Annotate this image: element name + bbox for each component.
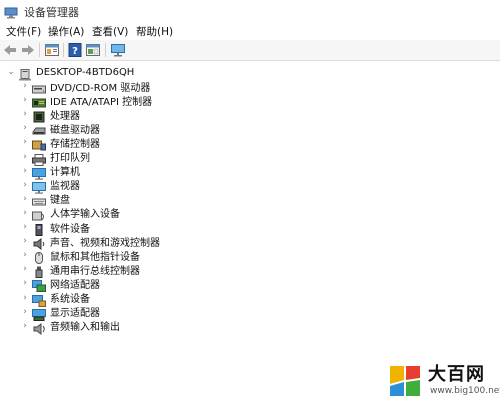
network-adapter-icon [32, 277, 46, 293]
chevron-right-icon[interactable]: › [20, 192, 30, 206]
tree-node[interactable]: › 键盘 [20, 192, 70, 207]
watermark-logo-icon [386, 362, 424, 400]
tree-node[interactable]: › 软件设备 [20, 220, 90, 236]
chevron-right-icon[interactable]: › [20, 291, 30, 305]
properties-icon[interactable] [44, 42, 60, 58]
chevron-right-icon[interactable]: › [20, 234, 30, 248]
watermark-url: www.big100.net [430, 386, 500, 396]
tree-node[interactable]: › 打印队列 [20, 150, 90, 166]
tree-node[interactable]: › DVD/CD-ROM 驱动器 [20, 79, 151, 94]
tree-node-label: 打印队列 [50, 153, 90, 164]
chevron-right-icon[interactable]: › [20, 276, 30, 290]
menu-view[interactable]: 查看(V) [92, 24, 128, 39]
tree-node-label: 音频输入和输出 [50, 322, 120, 334]
tree-node[interactable]: › 存储控制器 [20, 135, 100, 151]
printer-icon [32, 151, 46, 166]
tree-node[interactable]: › 人体学输入设备 [20, 206, 120, 221]
tree-node[interactable]: › 通用串行总线控制器 [20, 262, 140, 279]
system-device-icon [32, 292, 46, 307]
back-arrow-icon[interactable] [2, 42, 18, 58]
toolbar-separator [63, 43, 64, 57]
disk-drive-icon [32, 122, 46, 135]
menu-bar: 文件(F) 操作(A) 查看(V) 帮助(H) [0, 22, 500, 40]
storage-controller-icon [32, 136, 46, 151]
watermark-name: 大百网 [428, 364, 485, 385]
tree-node-label: 磁盘驱动器 [50, 124, 100, 136]
window-title: 设备管理器 [24, 6, 79, 19]
chevron-right-icon[interactable]: › [20, 248, 30, 262]
chevron-right-icon[interactable]: › [20, 107, 30, 121]
menu-file[interactable]: 文件(F) [6, 24, 41, 39]
help-icon[interactable]: ? [67, 42, 83, 58]
chevron-right-icon[interactable]: › [20, 305, 30, 319]
tree-node[interactable]: › 系统设备 [20, 291, 90, 307]
chevron-right-icon[interactable]: › [20, 150, 30, 164]
toolbar: ? [0, 40, 500, 61]
tree-node-label: 计算机 [50, 167, 80, 179]
tree-node-label: DVD/CD-ROM 驱动器 [50, 82, 151, 94]
tree-node-label: 通用串行总线控制器 [50, 265, 140, 277]
tree-node-label: IDE ATA/ATAPI 控制器 [50, 96, 153, 108]
dvd-drive-icon [32, 80, 46, 94]
audio-io-icon [32, 320, 46, 335]
mouse-icon [32, 249, 46, 265]
speaker-icon [32, 235, 46, 251]
tree-root[interactable]: ⌄ DESKTOP-4BTD6QH [6, 65, 135, 81]
tree-node-label: 键盘 [50, 195, 70, 207]
computer-root-icon [18, 66, 32, 81]
show-hide-icon[interactable] [85, 42, 101, 58]
display-adapter-icon [32, 306, 46, 321]
chevron-right-icon[interactable]: › [20, 135, 30, 149]
tree-node-label: 系统设备 [50, 294, 90, 305]
monitor-icon [32, 179, 46, 194]
chevron-right-icon[interactable]: › [20, 262, 30, 276]
tree-node-label: 人体学输入设备 [50, 209, 120, 221]
tree-node-label: 鼠标和其他指针设备 [50, 251, 140, 263]
tree-node-label: 软件设备 [50, 223, 90, 235]
chevron-right-icon[interactable]: › [20, 206, 30, 220]
tree-node[interactable]: › 处理器 [20, 107, 80, 123]
computer-icon [32, 165, 46, 180]
tree-node-label: 监视器 [50, 181, 80, 193]
chevron-right-icon[interactable]: › [20, 164, 30, 178]
keyboard-icon [32, 193, 46, 206]
chevron-right-icon[interactable]: › [20, 178, 30, 192]
toolbar-separator [39, 43, 40, 57]
usb-icon [32, 263, 46, 279]
chevron-right-icon[interactable]: › [20, 93, 30, 107]
title-bar: 设备管理器 [0, 0, 500, 22]
processor-icon [32, 108, 46, 123]
tree-node-label: 存储控制器 [50, 138, 100, 150]
watermark: 大百网 www.big100.net [386, 356, 500, 406]
tree-node-label: 显示适配器 [50, 308, 100, 320]
chevron-down-icon[interactable]: ⌄ [6, 65, 16, 79]
menu-help[interactable]: 帮助(H) [136, 24, 173, 39]
tree-node[interactable]: › 音频输入和输出 [20, 319, 120, 335]
tree-node[interactable]: › 监视器 [20, 178, 80, 194]
tree-node[interactable]: › 网络适配器 [20, 276, 100, 293]
chevron-right-icon[interactable]: › [20, 79, 30, 93]
tree-node[interactable]: › 鼠标和其他指针设备 [20, 248, 140, 265]
tree-node[interactable]: › IDE ATA/ATAPI 控制器 [20, 93, 153, 108]
tree-node[interactable]: › 磁盘驱动器 [20, 121, 100, 136]
hid-icon [32, 207, 46, 221]
tree-node-label: 网络适配器 [50, 279, 100, 291]
menu-action[interactable]: 操作(A) [48, 24, 84, 39]
monitor-icon[interactable] [110, 42, 126, 58]
device-manager-app-icon [4, 4, 18, 19]
tree-node[interactable]: › 计算机 [20, 164, 80, 180]
ide-controller-icon [32, 94, 46, 108]
chevron-right-icon[interactable]: › [20, 220, 30, 234]
tree-node-label: 声音、视频和游戏控制器 [50, 237, 160, 249]
svg-text:?: ? [72, 46, 78, 57]
tree-node[interactable]: › 显示适配器 [20, 305, 100, 321]
forward-arrow-icon[interactable] [20, 42, 36, 58]
software-device-icon [32, 221, 46, 236]
tree-root-label: DESKTOP-4BTD6QH [36, 66, 135, 78]
tree-node-label: 处理器 [50, 110, 80, 122]
chevron-right-icon[interactable]: › [20, 319, 30, 333]
chevron-right-icon[interactable]: › [20, 121, 30, 135]
toolbar-separator [105, 43, 106, 57]
tree-node[interactable]: › 声音、视频和游戏控制器 [20, 234, 160, 251]
